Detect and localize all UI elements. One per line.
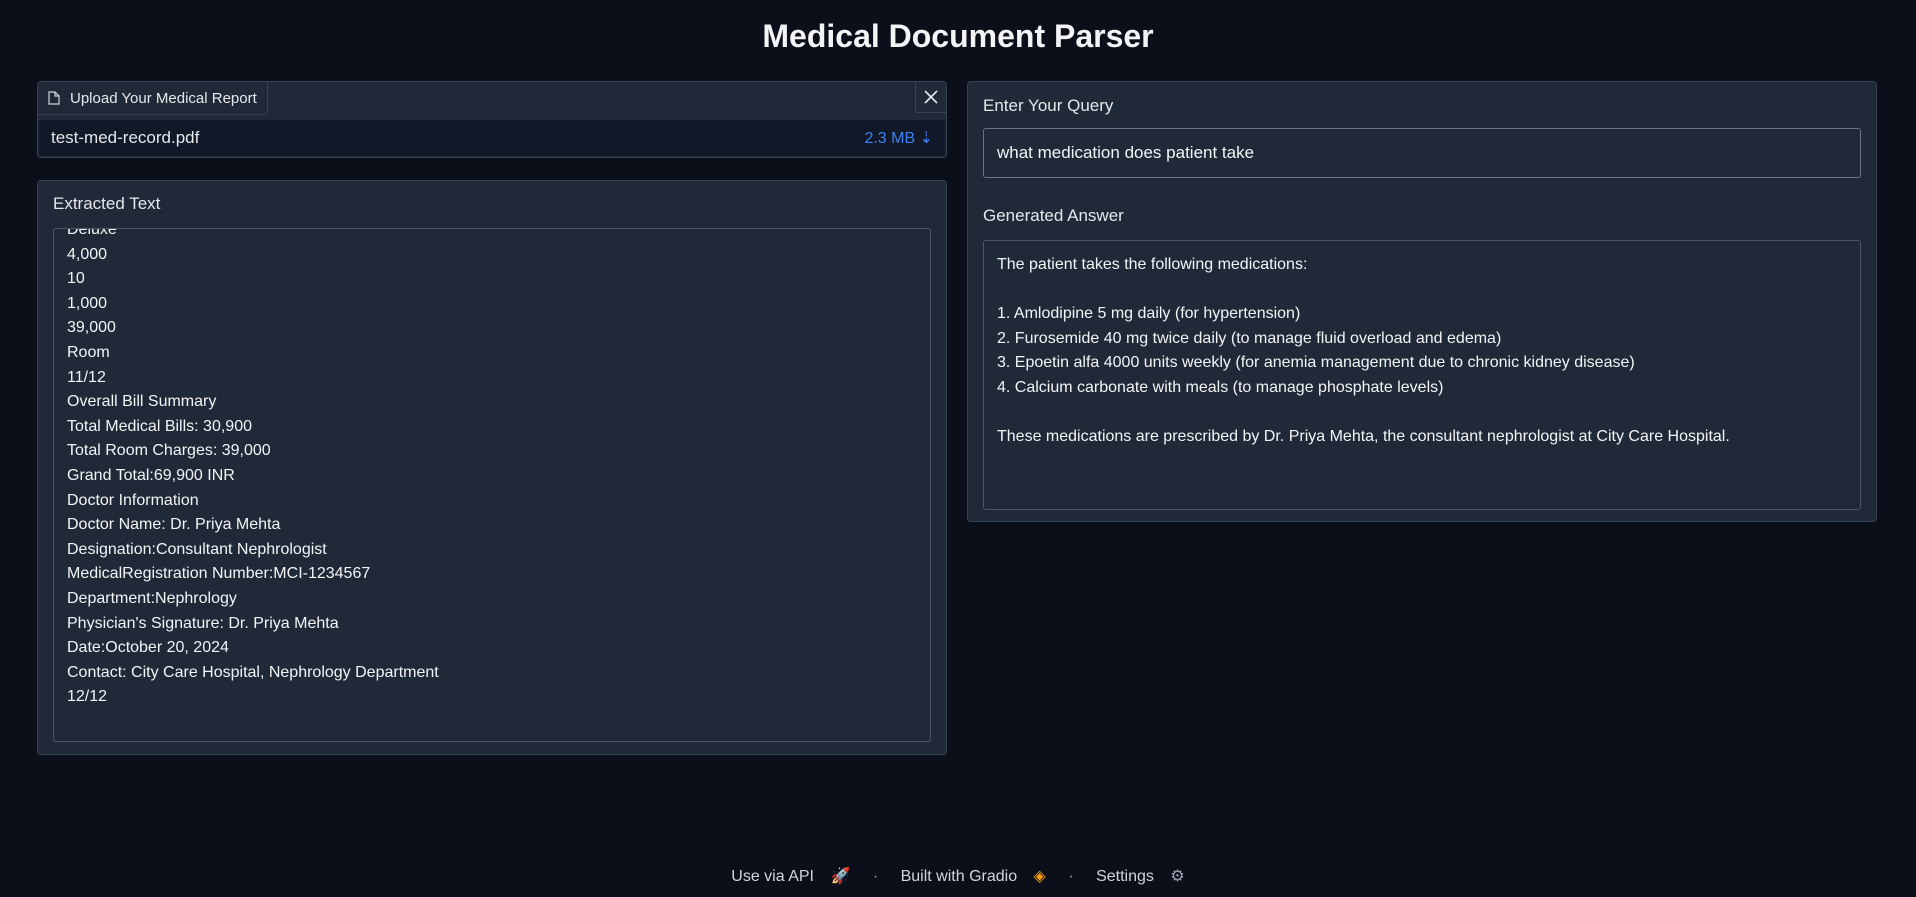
extracted-text-line: 10: [67, 270, 85, 288]
footer-separator: ·: [1068, 868, 1074, 885]
file-icon: [48, 91, 60, 105]
extracted-text-line: Doctor Name: Dr. Priya Mehta: [67, 516, 281, 534]
upload-label-text: Upload Your Medical Report: [70, 89, 257, 107]
gradio-logo-icon: ◈: [1033, 868, 1046, 885]
uploaded-file-row[interactable]: test-med-record.pdf 2.3 MB ⇣: [39, 120, 945, 156]
extracted-text-line: Deluxe: [67, 228, 117, 238]
extracted-text-line: Department:Nephrology: [67, 589, 237, 607]
extracted-text-area[interactable]: Deluxe 4,000 10 1,000 39,000 Room 11/12 Overall…: [53, 228, 931, 742]
extracted-text-line: 1,000: [67, 294, 108, 312]
close-icon: [924, 90, 938, 104]
rocket-icon: 🚀: [830, 868, 851, 885]
answer-lines: The patient takes the following medicati…: [997, 253, 1847, 450]
file-size: 2.3 MB: [864, 130, 916, 147]
extracted-text-line: Date:October 20, 2024: [67, 639, 229, 657]
extracted-text-line: Contact: City Care Hospital, Nephrology …: [67, 663, 439, 681]
answer-line: 2. Furosemide 40 mg twice daily (to mana…: [997, 329, 1502, 347]
extracted-text-line: Designation:Consultant Nephrologist: [67, 540, 327, 558]
extracted-text-line: 39,000: [67, 319, 116, 337]
answer-line: [997, 401, 1847, 426]
built-with-gradio-text: Built with Gradio: [900, 868, 1018, 885]
file-download-link[interactable]: 2.3 MB ⇣: [864, 128, 933, 148]
upload-panel: Upload Your Medical Report test-med-reco…: [37, 81, 947, 158]
answer-line: [997, 278, 1847, 303]
use-via-api-text: Use via API: [731, 868, 814, 885]
download-arrow-icon: ⇣: [919, 130, 933, 147]
page-title: Medical Document Parser: [762, 18, 1154, 54]
answer-line: 1. Amlodipine 5 mg daily (for hypertensi…: [997, 305, 1301, 323]
answer-line: The patient takes the following medicati…: [997, 256, 1308, 273]
extracted-text-line: Physician's Signature: Dr. Priya Mehta: [67, 614, 339, 632]
extracted-text-line: Overall Bill Summary: [67, 393, 217, 411]
extracted-text-line: 4,000: [67, 245, 108, 263]
gear-icon: ⚙: [1170, 868, 1185, 885]
extracted-text-line: MedicalRegistration Number:MCI-1234567: [67, 565, 371, 583]
footer-separator: ·: [872, 868, 879, 885]
generated-answer-area[interactable]: The patient takes the following medicati…: [983, 240, 1861, 510]
extracted-text-panel: Extracted Text Deluxe 4,000 10 1,000 39,000 R…: [37, 180, 947, 755]
extracted-text-line: Total Medical Bills: 30,900: [67, 417, 252, 435]
answer-label: Generated Answer: [983, 206, 1124, 225]
query-panel: Enter Your Query what medication does pa…: [967, 81, 1877, 522]
clear-file-button[interactable]: [915, 82, 946, 113]
extracted-text-line: Doctor Information: [67, 491, 199, 509]
query-label: Enter Your Query: [983, 96, 1114, 115]
query-input[interactable]: what medication does patient take: [983, 128, 1861, 178]
answer-line: 4. Calcium carbonate with meals (to mana…: [997, 378, 1444, 396]
extracted-text-line: Total Room Charges: 39,000: [67, 442, 271, 460]
use-via-api-link[interactable]: Use via API 🚀: [725, 868, 861, 885]
extracted-text-line: Grand Total:69,900 INR: [67, 466, 235, 484]
query-value: what medication does patient take: [997, 143, 1255, 162]
extracted-text-lines: Deluxe 4,000 10 1,000 39,000 Room 11/12 Overall…: [67, 228, 439, 710]
extracted-text-line: 11/12: [67, 368, 106, 386]
upload-label: Upload Your Medical Report: [38, 82, 268, 115]
file-name: test-med-record.pdf: [51, 128, 200, 147]
footer: Use via API 🚀 · Built with Gradio ◈ · Se…: [0, 866, 1916, 886]
extracted-text-line: Room: [67, 343, 110, 361]
extracted-text-label: Extracted Text: [53, 194, 161, 213]
settings-link[interactable]: Settings ⚙: [1090, 868, 1191, 885]
settings-text: Settings: [1096, 868, 1154, 885]
extracted-text-line: 12/12: [67, 688, 108, 706]
built-with-gradio-link[interactable]: Built with Gradio ◈: [895, 868, 1057, 885]
answer-line: These medications are prescribed by Dr. …: [997, 428, 1730, 446]
answer-line: 3. Epoetin alfa 4000 units weekly (for a…: [997, 354, 1635, 372]
